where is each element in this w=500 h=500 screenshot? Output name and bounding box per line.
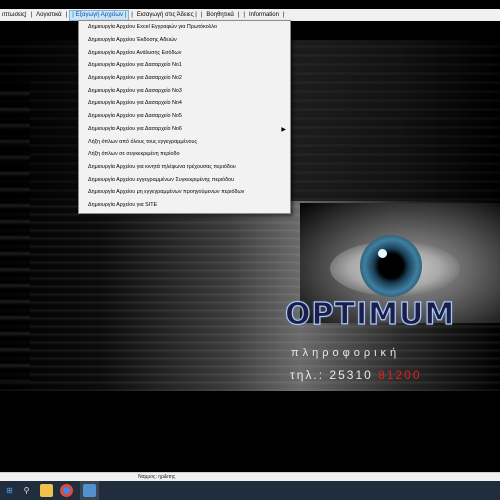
optimum-logo: OPTIMUM	[284, 296, 454, 332]
dropdown-item[interactable]: Δημιουργία Αρχείου Excel Εγγραφών για Πρ…	[79, 21, 290, 34]
dropdown-item-label: Δημιουργία Αρχείου μη εγγεγραμμένων προη…	[88, 189, 245, 196]
dropdown-item-label: Δημιουργία Αρχείου Ανάλυσης Εσόδων	[88, 49, 182, 56]
submenu-arrow-icon: ▶	[281, 126, 286, 133]
dropdown-item[interactable]: Δημιουργία Αρχείου Έκδοσης Αδειών	[79, 34, 290, 47]
menu-item-information[interactable]: Information	[247, 10, 281, 20]
dropdown-item-label: Δημιουργία Αρχείου Έκδοσης Αδειών	[88, 37, 177, 44]
menu-item-incidents[interactable]: ιπτωσεις|	[0, 10, 29, 20]
dropdown-item-label: Δημιουργία Αρχείου για SITE	[88, 201, 158, 208]
dropdown-item[interactable]: Λήξη όπλων σε συγκεκριμένη περίοδο	[79, 148, 290, 161]
logo-word: OPTIMUM	[284, 296, 456, 332]
dropdown-item[interactable]: Δημιουργία Αρχείου για Δασαρχείο Νο5	[79, 110, 290, 123]
dropdown-item-label: Δημιουργία Αρχείου εγγεγραμμένων Συγκεκρ…	[88, 176, 235, 183]
dropdown-item-label: Δημιουργία Αρχείου για Δασαρχείο Νο3	[88, 87, 182, 94]
dropdown-item[interactable]: Δημιουργία Αρχείου για Δασαρχείο Νο3	[79, 84, 290, 97]
dropdown-item-label: Δημιουργία Αρχείου για κινητά τηλέφωνα τ…	[88, 163, 236, 170]
dropdown-item[interactable]: Λήξη όπλων από όλους τους εγγεγραμμένους	[79, 135, 290, 148]
dropdown-item[interactable]: Δημιουργία Αρχείου για SITE	[79, 199, 290, 212]
export-files-dropdown: Δημιουργία Αρχείου Excel Εγγραφών για Πρ…	[78, 20, 291, 214]
dropdown-item-label: Δημιουργία Αρχείου για Δασαρχείο Νο5	[88, 113, 182, 120]
dropdown-item-label: Λήξη όπλων από όλους τους εγγεγραμμένους	[88, 138, 198, 145]
dropdown-item[interactable]: Δημιουργία Αρχείου για Δασαρχείο Νο2	[79, 72, 290, 85]
dropdown-item[interactable]: Δημιουργία Αρχείου εγγεγραμμένων Συγκεκρ…	[79, 173, 290, 186]
dropdown-item-submenu[interactable]: Δημιουργία Αρχείου για Δασαρχείο Νο6 ▶	[79, 123, 290, 136]
menu-item-export-files[interactable]: | Εξαγωγή Αρχείων |	[69, 9, 130, 21]
dropdown-item[interactable]: Δημιουργία Αρχείου για Δασαρχείο Νο4	[79, 97, 290, 110]
taskbar: ⊞ ⚲	[0, 481, 500, 500]
file-explorer-icon[interactable]	[40, 484, 53, 497]
background-left-band	[0, 81, 30, 381]
start-icon[interactable]: ⊞	[3, 484, 16, 497]
dropdown-item[interactable]: Δημιουργία Αρχείου για Δασαρχείο Νο1	[79, 59, 290, 72]
menu-item-accounting[interactable]: Λογιστικά	[34, 10, 63, 20]
phone-prefix: τηλ.: 25310	[290, 368, 373, 382]
dropdown-item-label: Δημιουργία Αρχείου για Δασαρχείο Νο1	[88, 62, 182, 69]
dropdown-item-label: Λήξη όπλων σε συγκεκριμένη περίοδο	[88, 151, 180, 158]
dropdown-item-label: Δημιουργία Αρχείου για Δασαρχείο Νο6	[88, 125, 182, 132]
dropdown-item[interactable]: Δημιουργία Αρχείου για κινητά τηλέφωνα τ…	[79, 161, 290, 174]
dropdown-item-label: Δημιουργία Αρχείου για Δασαρχείο Νο2	[88, 75, 182, 82]
chrome-icon-center	[63, 487, 70, 494]
active-app-highlight	[80, 481, 99, 500]
dropdown-item-label: Δημιουργία Αρχείου για Δασαρχείο Νο4	[88, 100, 182, 107]
dropdown-item[interactable]: Δημιουργία Αρχείου μη εγγεγραμμένων προη…	[79, 186, 290, 199]
menu-item-import-licenses[interactable]: Εισαγωγή στις Άδειες |	[135, 10, 199, 20]
status-text: Ναμμος: ηρ&ιτης	[138, 474, 176, 480]
logo-phone: τηλ.: 25310 81200	[290, 368, 450, 382]
dropdown-item-label: Δημιουργία Αρχείου Excel Εγγραφών για Πρ…	[88, 24, 217, 31]
status-bar: Ναμμος: ηρ&ιτης	[0, 472, 500, 481]
phone-suffix: 81200	[378, 368, 422, 382]
menu-separator: |	[282, 12, 285, 18]
menu-item-utilities[interactable]: Βοηθητικά	[204, 10, 235, 20]
eye-glint	[378, 249, 387, 258]
eye-iris	[360, 235, 422, 297]
dropdown-item[interactable]: Δημιουργία Αρχείου Ανάλυσης Εσόδων	[79, 46, 290, 59]
logo-tagline: πληροφορική	[291, 347, 401, 359]
search-icon[interactable]: ⚲	[20, 484, 33, 497]
